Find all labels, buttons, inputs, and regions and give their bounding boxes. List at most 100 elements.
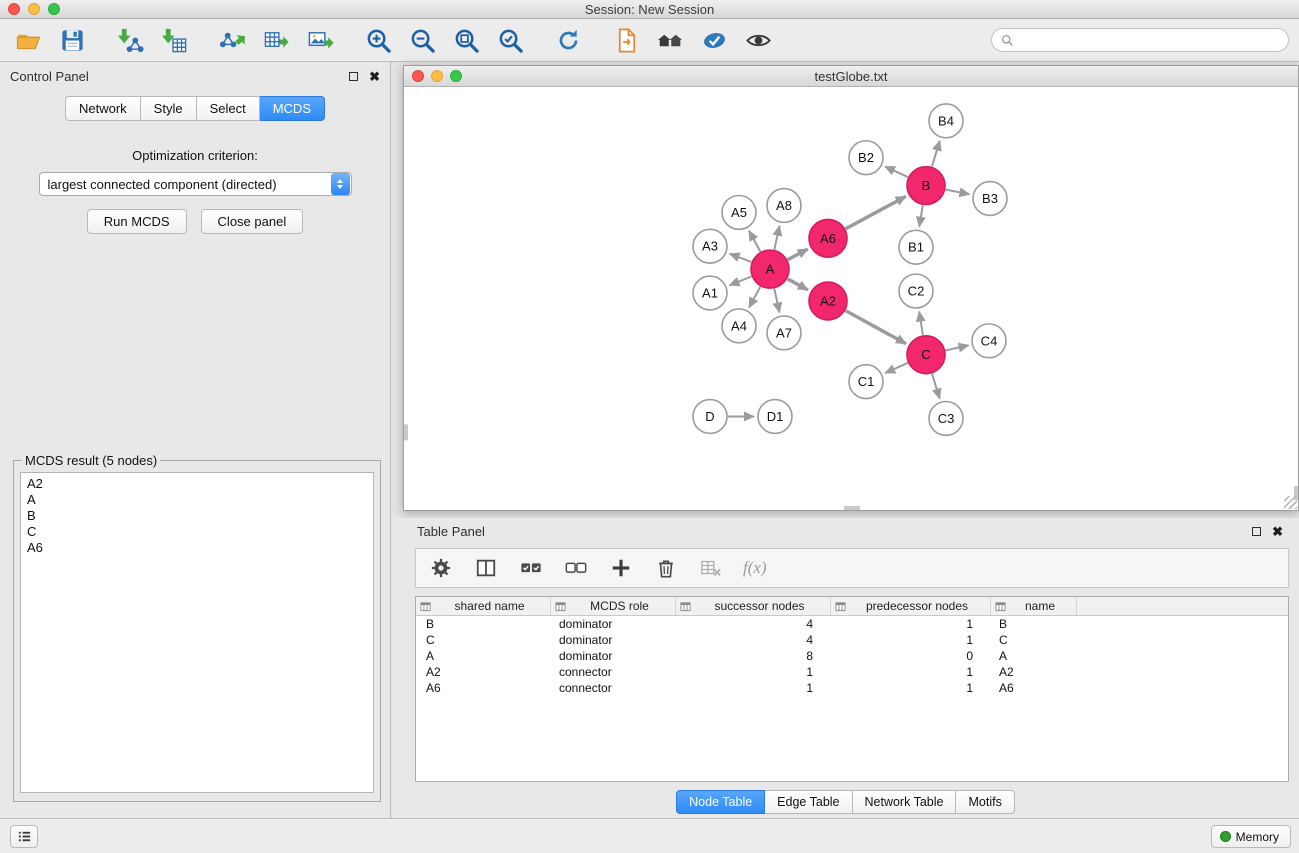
home-button[interactable]: [652, 23, 688, 57]
graph-edge-B-B2[interactable]: [885, 167, 908, 178]
tab-mcds[interactable]: MCDS: [260, 96, 325, 121]
column-header-predecessor-nodes[interactable]: predecessor nodes: [831, 597, 991, 615]
graph-edge-A-A5[interactable]: [749, 231, 760, 252]
table-cell[interactable]: 4: [676, 632, 831, 648]
dropdown-stepper[interactable]: [331, 173, 350, 195]
graph-node-B2[interactable]: B2: [849, 141, 883, 175]
graph-node-C1[interactable]: C1: [849, 365, 883, 399]
export-table-button[interactable]: [258, 23, 294, 57]
memory-button[interactable]: Memory: [1211, 825, 1291, 848]
graph-node-B[interactable]: B: [907, 167, 945, 205]
table-cell[interactable]: dominator: [551, 632, 676, 648]
table-cell[interactable]: connector: [551, 680, 676, 696]
graph-node-D[interactable]: D: [693, 400, 727, 434]
table-cell[interactable]: 1: [831, 680, 991, 696]
table-cell[interactable]: 1: [676, 680, 831, 696]
float-panel-icon[interactable]: [349, 72, 358, 81]
zoom-in-button[interactable]: [360, 23, 396, 57]
tab-network-table[interactable]: Network Table: [853, 790, 957, 814]
window-resize-grip[interactable]: [1284, 496, 1297, 509]
table-cell[interactable]: dominator: [551, 648, 676, 664]
tab-motifs[interactable]: Motifs: [956, 790, 1014, 814]
graph-edge-C-C3[interactable]: [932, 374, 940, 399]
graph-edge-A2-C[interactable]: [846, 311, 906, 344]
export-image-button[interactable]: [302, 23, 338, 57]
table-cell[interactable]: connector: [551, 664, 676, 680]
import-table-button[interactable]: [156, 23, 192, 57]
table-cell[interactable]: A: [416, 648, 551, 664]
graph-edge-A-A4[interactable]: [749, 287, 760, 308]
zoom-fit-button[interactable]: [448, 23, 484, 57]
tab-node-table[interactable]: Node Table: [676, 790, 765, 814]
table-cell[interactable]: A6: [991, 680, 1077, 696]
close-network-window-button[interactable]: [412, 70, 424, 82]
graph-edge-B-B4[interactable]: [932, 141, 940, 167]
float-table-panel-icon[interactable]: [1252, 527, 1261, 536]
mcds-result-item[interactable]: A: [27, 492, 367, 508]
graph-node-A4[interactable]: A4: [722, 309, 756, 343]
table-cell[interactable]: 0: [831, 648, 991, 664]
table-cell[interactable]: 1: [831, 632, 991, 648]
graph-edge-C-C2[interactable]: [919, 312, 923, 335]
graph-node-A2[interactable]: A2: [809, 282, 847, 320]
table-cell[interactable]: C: [991, 632, 1077, 648]
table-cell[interactable]: 1: [831, 664, 991, 680]
deselect-all-columns-button[interactable]: [563, 555, 589, 581]
open-session-button[interactable]: [10, 23, 46, 57]
table-cell[interactable]: dominator: [551, 616, 676, 632]
mcds-result-item[interactable]: A6: [27, 540, 367, 556]
import-network-button[interactable]: [112, 23, 148, 57]
show-hide-button[interactable]: [740, 23, 776, 57]
table-cell[interactable]: A2: [416, 664, 551, 680]
zoom-out-button[interactable]: [404, 23, 440, 57]
graph-edge-A-A8[interactable]: [774, 226, 779, 250]
graph-edge-A-A2[interactable]: [788, 279, 808, 290]
graph-edge-A-A1[interactable]: [730, 277, 752, 286]
graph-node-B4[interactable]: B4: [929, 104, 963, 138]
graph-edge-A-A7[interactable]: [774, 289, 779, 313]
refresh-layout-button[interactable]: [550, 23, 586, 57]
tab-edge-table[interactable]: Edge Table: [765, 790, 852, 814]
table-cell[interactable]: A2: [991, 664, 1077, 680]
apply-style-button[interactable]: [696, 23, 732, 57]
column-header-successor-nodes[interactable]: successor nodes: [676, 597, 831, 615]
table-settings-button[interactable]: [428, 555, 454, 581]
zoom-network-window-button[interactable]: [450, 70, 462, 82]
table-cell[interactable]: 8: [676, 648, 831, 664]
table-row[interactable]: Bdominator41B: [416, 616, 1288, 632]
close-panel-icon[interactable]: ✖: [369, 70, 380, 83]
table-cell[interactable]: B: [991, 616, 1077, 632]
graph-edge-C-C1[interactable]: [885, 363, 908, 373]
close-table-panel-icon[interactable]: ✖: [1272, 525, 1283, 538]
table-row[interactable]: Adominator80A: [416, 648, 1288, 664]
tab-select[interactable]: Select: [197, 96, 260, 121]
search-field[interactable]: [991, 28, 1289, 52]
graph-edge-A-A3[interactable]: [730, 254, 752, 262]
table-cell[interactable]: A6: [416, 680, 551, 696]
close-window-button[interactable]: [8, 3, 20, 15]
search-input[interactable]: [1019, 33, 1279, 47]
mcds-result-item[interactable]: A2: [27, 476, 367, 492]
graph-edge-B-B1[interactable]: [919, 205, 923, 226]
zoom-selected-button[interactable]: [492, 23, 528, 57]
show-columns-button[interactable]: [473, 555, 499, 581]
graph-node-C3[interactable]: C3: [929, 402, 963, 436]
minimize-window-button[interactable]: [28, 3, 40, 15]
graph-node-A6[interactable]: A6: [809, 219, 847, 257]
graph-node-C4[interactable]: C4: [972, 324, 1006, 358]
column-header-name[interactable]: name: [991, 597, 1077, 615]
table-cell[interactable]: A: [991, 648, 1077, 664]
table-cell[interactable]: 1: [831, 616, 991, 632]
graph-edge-B-B3[interactable]: [946, 190, 970, 195]
graph-node-A5[interactable]: A5: [722, 195, 756, 229]
graph-edge-A6-B[interactable]: [846, 196, 906, 228]
graph-edge-A-A6[interactable]: [788, 249, 808, 260]
network-window-titlebar[interactable]: testGlobe.txt: [404, 66, 1298, 87]
graph-node-D1[interactable]: D1: [758, 400, 792, 434]
run-mcds-button[interactable]: Run MCDS: [87, 209, 187, 234]
delete-column-button[interactable]: [653, 555, 679, 581]
mcds-result-item[interactable]: C: [27, 524, 367, 540]
table-row[interactable]: A6connector11A6: [416, 680, 1288, 696]
tab-style[interactable]: Style: [141, 96, 197, 121]
minimize-network-window-button[interactable]: [431, 70, 443, 82]
